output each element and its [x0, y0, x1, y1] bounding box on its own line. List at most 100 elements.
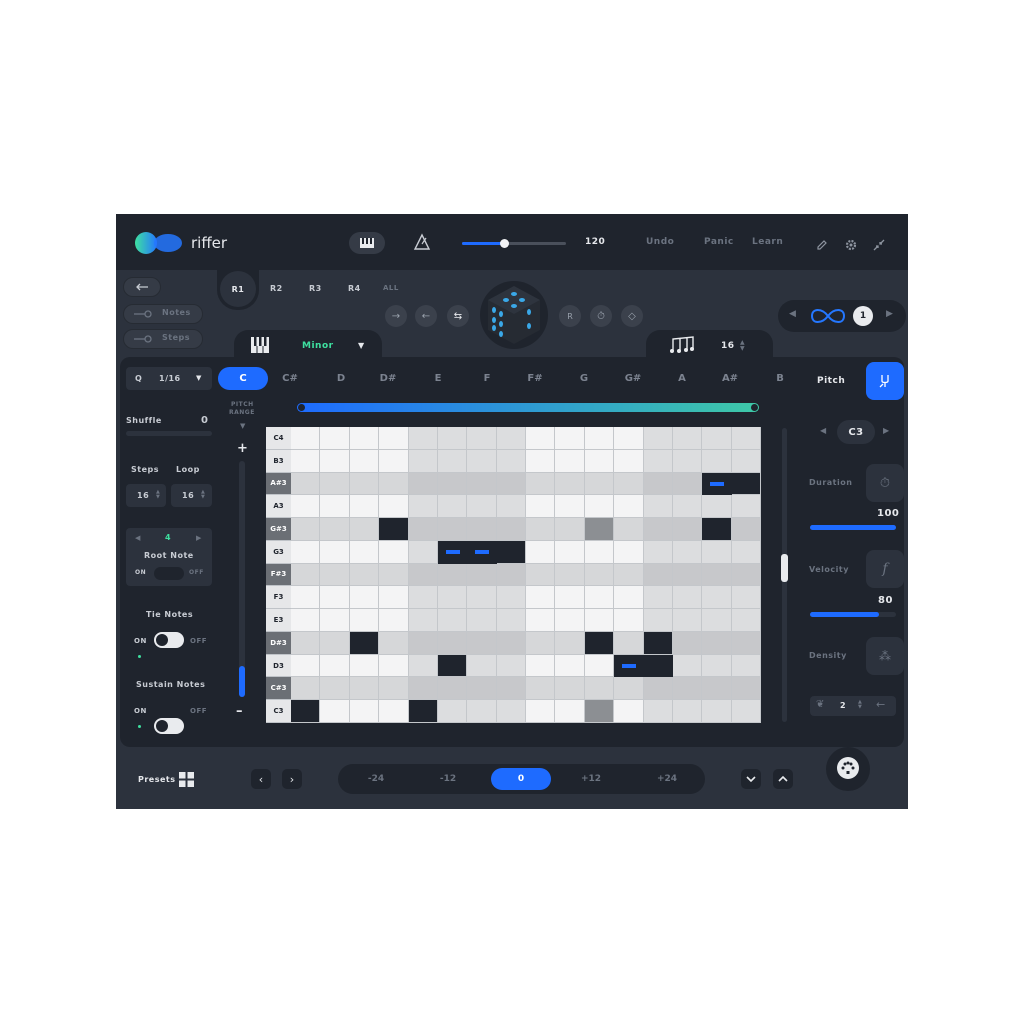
grid-cell[interactable] [496, 654, 526, 678]
grid-cell[interactable] [731, 700, 761, 723]
grid-cell[interactable] [467, 449, 497, 473]
grid-cell[interactable] [643, 586, 673, 610]
grid-cell[interactable] [467, 518, 497, 541]
grid-cell[interactable] [702, 586, 732, 610]
shift-left-button[interactable]: ← [415, 305, 437, 327]
grid-cell[interactable] [437, 495, 468, 519]
grid-cell[interactable] [526, 563, 556, 587]
grid-cell[interactable] [614, 609, 644, 632]
grid-scrollbar-thumb[interactable] [781, 554, 788, 582]
grid-cell[interactable] [496, 449, 526, 473]
grid-cell[interactable] [349, 518, 380, 541]
duration-slider[interactable] [810, 525, 896, 530]
grid-cell[interactable] [584, 540, 615, 564]
grid-cell[interactable] [672, 427, 703, 450]
grid-cell[interactable] [320, 518, 350, 541]
grid-cell[interactable] [672, 609, 703, 632]
grid-cell[interactable] [467, 586, 497, 610]
pitch-range-slider[interactable] [239, 461, 245, 697]
keyboard-button[interactable] [349, 232, 385, 254]
grid-cell[interactable] [614, 449, 644, 473]
grid-cell[interactable] [408, 472, 438, 496]
grid-cell[interactable] [731, 518, 761, 541]
transpose-option[interactable]: +12 [570, 768, 612, 790]
key-d[interactable]: D [316, 367, 366, 390]
grid-cell[interactable] [672, 472, 703, 496]
duration-mode-button[interactable]: ⏱ [866, 464, 904, 502]
grid-cell[interactable] [526, 700, 556, 723]
grid-cell[interactable] [584, 677, 615, 701]
grid-cell[interactable] [672, 631, 703, 655]
grid-cell[interactable] [643, 677, 673, 701]
grid-cell[interactable] [731, 609, 761, 632]
grid-cell[interactable] [526, 518, 556, 541]
grid-cell[interactable] [555, 427, 585, 450]
grid-cell[interactable] [731, 677, 761, 701]
swap-button[interactable]: ⇆ [447, 305, 469, 327]
grid-cell[interactable] [408, 449, 438, 473]
grid-cell[interactable] [526, 540, 556, 564]
grid-cell[interactable] [496, 472, 526, 496]
grid-cell[interactable] [291, 586, 321, 610]
grid-cell[interactable] [349, 700, 380, 723]
scroll-up-button[interactable] [773, 769, 793, 789]
grid-cell[interactable] [555, 654, 585, 678]
grid-cell[interactable] [408, 654, 438, 678]
grid-cell[interactable] [614, 586, 644, 610]
grid-cell[interactable] [584, 586, 615, 610]
stepper-icon[interactable]: ▲ ▼ [740, 340, 745, 352]
grid-cell[interactable] [349, 449, 380, 473]
grid-cell[interactable] [614, 427, 644, 450]
grid-cell[interactable] [702, 563, 732, 587]
grid-cell[interactable] [379, 563, 409, 587]
grid-cell[interactable] [349, 427, 380, 450]
grid-cell[interactable] [379, 449, 409, 473]
grid-cell[interactable] [584, 609, 615, 632]
pitch-mode-button[interactable] [866, 362, 904, 400]
grid-cell[interactable] [379, 495, 409, 519]
grid-cell[interactable] [526, 609, 556, 632]
grid-cell[interactable] [702, 495, 732, 519]
range-end-handle[interactable] [751, 404, 758, 411]
grid-cell[interactable] [731, 631, 761, 655]
arrow-left-icon[interactable]: ← [876, 698, 885, 711]
lock-steps-toggle[interactable]: Steps [123, 329, 203, 349]
sustain-notes-toggle[interactable] [154, 718, 184, 734]
grid-cell[interactable] [643, 495, 673, 519]
pencil-icon[interactable] [816, 236, 828, 255]
grid-cell[interactable] [584, 563, 615, 587]
presets-label[interactable]: Presets [138, 775, 176, 784]
key-g[interactable]: G [559, 367, 609, 390]
grid-cell[interactable] [291, 427, 321, 450]
pitch-range-plus[interactable]: + [237, 441, 248, 456]
root-note-toggle[interactable] [154, 567, 184, 580]
grid-cell[interactable] [731, 563, 761, 587]
grid-cell[interactable] [320, 677, 350, 701]
randomize-dice-button[interactable] [479, 280, 549, 350]
preset-prev-button[interactable]: ‹ [251, 769, 271, 789]
back-button[interactable] [123, 277, 161, 297]
quantize-dropdown[interactable]: Q 1/16 ▼ [126, 367, 212, 390]
grid-cell[interactable] [349, 495, 380, 519]
riff-tab-r3[interactable]: R3 [309, 284, 322, 293]
grid-cell[interactable] [437, 631, 468, 655]
grid-cell[interactable] [672, 563, 703, 587]
grid-cell[interactable] [379, 631, 409, 655]
grid-cell[interactable] [320, 609, 350, 632]
grid-cell[interactable] [702, 427, 732, 450]
grid-cell[interactable] [408, 609, 438, 632]
gear-icon[interactable] [845, 236, 857, 255]
root-next-icon[interactable]: ▶ [196, 534, 201, 542]
grid-cell[interactable] [408, 700, 438, 723]
grid-cell[interactable] [379, 472, 409, 496]
shuffle-slider[interactable] [126, 431, 212, 436]
grid-cell[interactable] [408, 677, 438, 701]
grid-cell[interactable] [584, 495, 615, 519]
grid-cell[interactable] [672, 677, 703, 701]
loop-next-icon[interactable]: ▶ [886, 309, 893, 319]
grid-cell[interactable] [496, 631, 526, 655]
panic-button[interactable]: Panic [704, 237, 734, 247]
grid-cell[interactable] [584, 631, 615, 655]
grid-cell[interactable] [672, 495, 703, 519]
grid-cell[interactable] [379, 677, 409, 701]
